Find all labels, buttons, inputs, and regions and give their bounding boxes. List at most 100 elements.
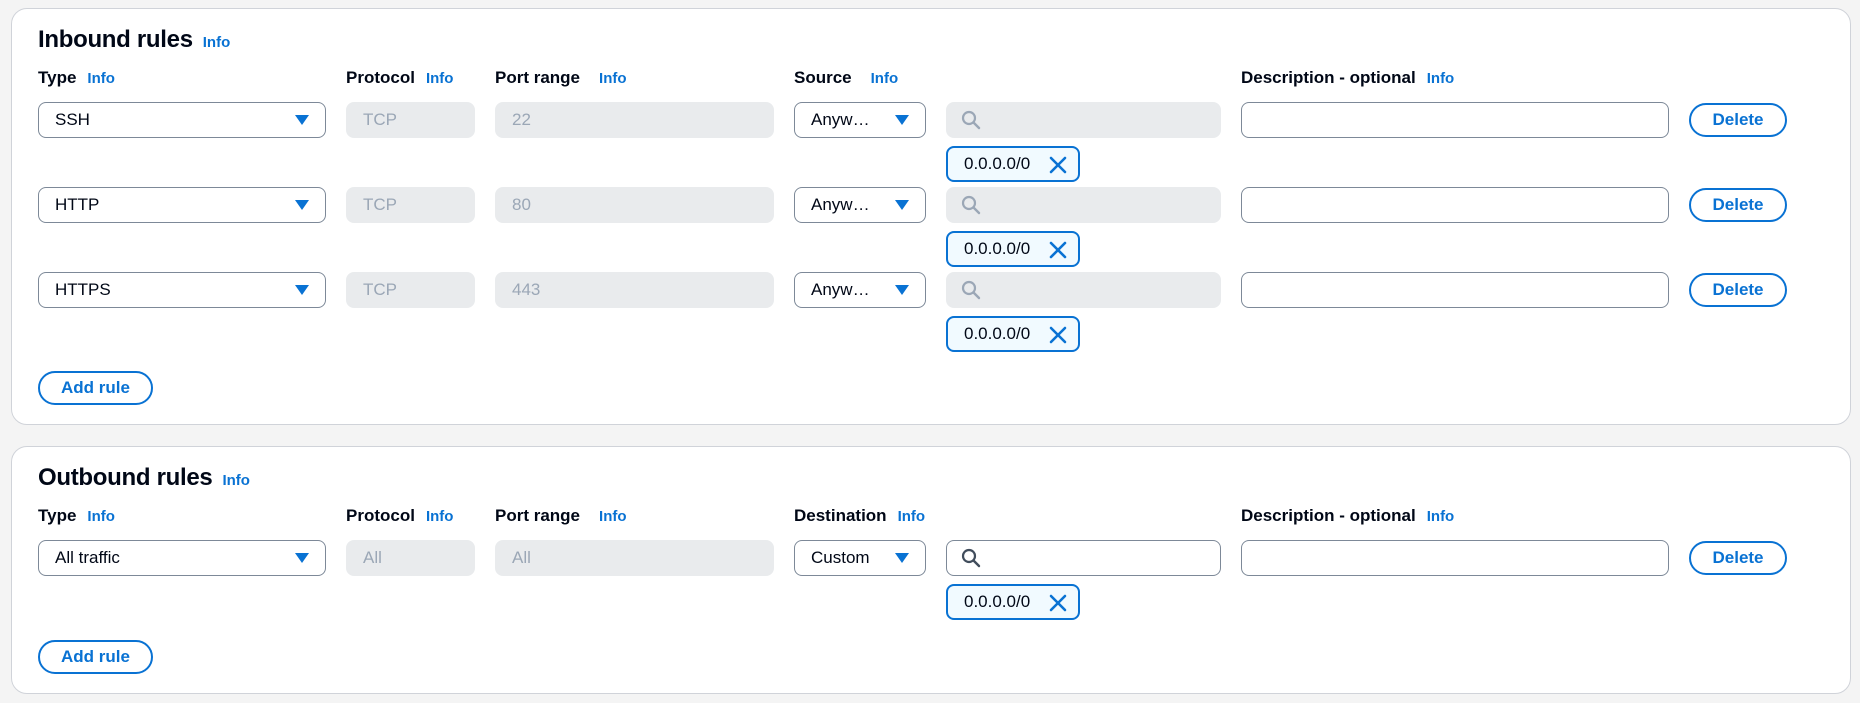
header-description-label: Description - optional [1241,506,1416,525]
inbound-title-row: Inbound rules Info [38,26,230,54]
header-description: Description - optional Info [1241,506,1454,526]
search-icon [961,548,981,568]
rule-source-select[interactable]: Anyw… [794,272,926,308]
inbound-rules-panel: Inbound rules Info Type Info Protocol In… [11,8,1851,425]
add-inbound-rule-button[interactable]: Add rule [38,371,153,405]
search-icon [961,195,981,215]
rule-source-value: Anyw… [811,110,870,129]
header-port-range: Port range Info [495,68,627,88]
header-protocol-info-link[interactable]: Info [426,508,454,525]
header-port-range-label: Port range [495,68,581,87]
cidr-token: 0.0.0.0/0 [946,584,1080,620]
rule-type-value: SSH [55,110,90,129]
rule-protocol-value: TCP [363,195,397,214]
close-icon[interactable] [1048,325,1068,345]
header-protocol: Protocol Info [346,68,453,88]
rule-protocol-value: TCP [363,280,397,299]
close-icon[interactable] [1048,240,1068,260]
cidr-token-label: 0.0.0.0/0 [964,324,1031,343]
cidr-token-label: 0.0.0.0/0 [964,154,1031,173]
rule-description-input[interactable] [1241,102,1669,138]
search-icon [961,280,981,300]
header-port-range: Port range Info [495,506,627,526]
rule-port-range-field: All [495,540,774,576]
rule-protocol-value: TCP [363,110,397,129]
header-source-label: Source [794,68,852,87]
header-destination-info-link[interactable]: Info [898,508,926,525]
delete-rule-button[interactable]: Delete [1689,541,1787,575]
delete-rule-button[interactable]: Delete [1689,188,1787,222]
rule-description-input[interactable] [1241,540,1669,576]
header-source-info-link[interactable]: Info [871,70,899,87]
rule-cidr-search-input[interactable] [946,272,1221,308]
header-description-label: Description - optional [1241,68,1416,87]
header-port-range-label: Port range [495,506,581,525]
rule-cidr-search-input[interactable] [946,540,1221,576]
delete-rule-button[interactable]: Delete [1689,103,1787,137]
rule-port-range-value: All [512,548,531,567]
close-icon[interactable] [1048,155,1068,175]
rule-type-select[interactable]: SSH [38,102,326,138]
rule-port-range-field: 80 [495,187,774,223]
rule-port-range-value: 443 [512,280,541,299]
rule-protocol-field: TCP [346,272,475,308]
close-icon[interactable] [1048,593,1068,613]
header-protocol-label: Protocol [346,68,415,87]
rule-type-select[interactable]: All traffic [38,540,326,576]
rule-source-select[interactable]: Anyw… [794,102,926,138]
header-type-info-link[interactable]: Info [87,70,115,87]
rule-cidr-search-input[interactable] [946,187,1221,223]
cidr-token-label: 0.0.0.0/0 [964,592,1031,611]
caret-down-icon [895,553,909,563]
caret-down-icon [895,200,909,210]
delete-rule-button[interactable]: Delete [1689,273,1787,307]
header-protocol-info-link[interactable]: Info [426,70,454,87]
rule-destination-select[interactable]: Custom [794,540,926,576]
inbound-rules-title: Inbound rules [38,26,193,53]
header-type-label: Type [38,68,77,87]
rule-source-select[interactable]: Anyw… [794,187,926,223]
rule-description-input[interactable] [1241,187,1669,223]
search-icon [961,110,981,130]
header-description-info-link[interactable]: Info [1427,70,1455,87]
cidr-token: 0.0.0.0/0 [946,146,1080,182]
cidr-token: 0.0.0.0/0 [946,316,1080,352]
rule-type-value: HTTP [55,195,100,214]
outbound-title-info-link[interactable]: Info [222,472,250,489]
header-destination-label: Destination [794,506,887,525]
cidr-token: 0.0.0.0/0 [946,231,1080,267]
header-destination: Destination Info [794,506,925,526]
rule-source-value: Anyw… [811,195,870,214]
rule-description-input[interactable] [1241,272,1669,308]
header-port-range-info-link[interactable]: Info [599,70,627,87]
header-type-info-link[interactable]: Info [87,508,115,525]
add-outbound-rule-button[interactable]: Add rule [38,640,153,674]
caret-down-icon [295,200,309,210]
header-protocol: Protocol Info [346,506,453,526]
header-description-info-link[interactable]: Info [1427,508,1455,525]
rule-source-value: Anyw… [811,280,870,299]
caret-down-icon [295,553,309,563]
rule-cidr-search-input[interactable] [946,102,1221,138]
inbound-title-info-link[interactable]: Info [203,34,231,51]
header-type-label: Type [38,506,77,525]
rule-protocol-field: TCP [346,102,475,138]
header-type: Type Info [38,68,115,88]
header-protocol-label: Protocol [346,506,415,525]
outbound-rules-title: Outbound rules [38,464,213,491]
caret-down-icon [295,115,309,125]
rule-protocol-field: All [346,540,475,576]
cidr-token-label: 0.0.0.0/0 [964,239,1031,258]
caret-down-icon [295,285,309,295]
rule-port-range-value: 22 [512,110,531,129]
rule-type-value: HTTPS [55,280,111,299]
rule-port-range-value: 80 [512,195,531,214]
header-type: Type Info [38,506,115,526]
outbound-title-row: Outbound rules Info [38,464,250,492]
rule-port-range-field: 22 [495,102,774,138]
rule-type-select[interactable]: HTTPS [38,272,326,308]
header-port-range-info-link[interactable]: Info [599,508,627,525]
rule-type-select[interactable]: HTTP [38,187,326,223]
outbound-rules-panel: Outbound rules Info Type Info Protocol I… [11,446,1851,694]
rule-port-range-field: 443 [495,272,774,308]
